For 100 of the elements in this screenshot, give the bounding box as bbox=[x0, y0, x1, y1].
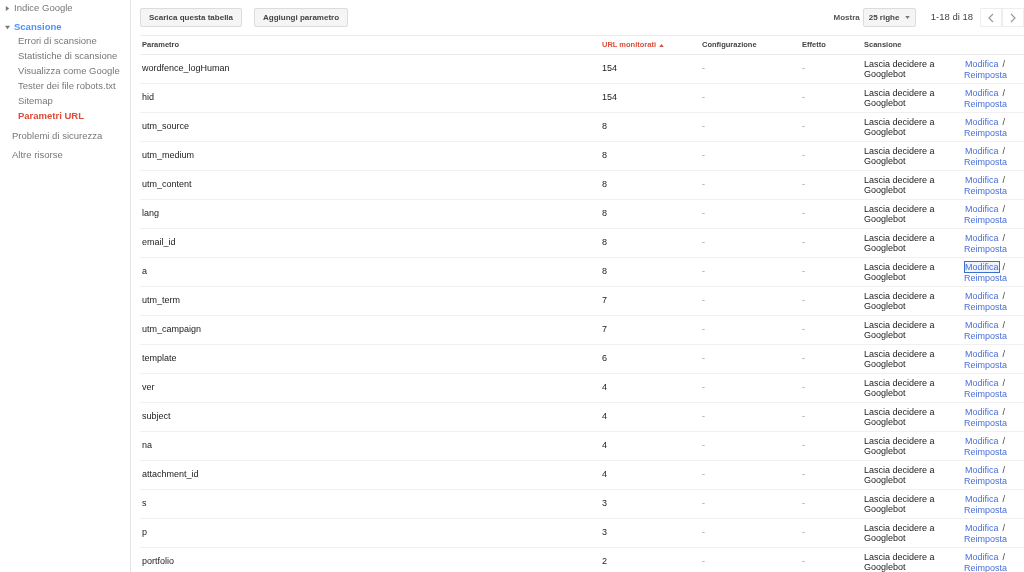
nav-item[interactable]: Altre risorse bbox=[5, 148, 63, 163]
effect-value: - bbox=[802, 440, 805, 451]
edit-link[interactable]: Modifica bbox=[964, 464, 1000, 476]
nav-item[interactable]: Indice Google bbox=[14, 1, 73, 16]
crawl-setting: Lascia decidere a Googlebot bbox=[864, 320, 936, 340]
effect-value: - bbox=[802, 150, 805, 161]
edit-link[interactable]: Modifica bbox=[964, 58, 1000, 70]
url-count: 6 bbox=[602, 353, 607, 364]
parameter-name: utm_term bbox=[142, 295, 180, 306]
nav-item[interactable]: Problemi di sicurezza bbox=[5, 129, 103, 144]
url-count: 8 bbox=[602, 150, 607, 161]
configuration-value: - bbox=[702, 92, 705, 103]
nav-subitem[interactable]: Sitemap bbox=[18, 94, 53, 109]
effect-value: - bbox=[802, 266, 805, 277]
link-separator: / bbox=[1002, 378, 1006, 388]
effect-value: - bbox=[802, 208, 805, 219]
crawl-setting: Lascia decidere a Googlebot bbox=[864, 233, 936, 253]
edit-link[interactable]: Modifica bbox=[964, 493, 1000, 505]
edit-link[interactable]: Modifica bbox=[964, 319, 1000, 331]
reset-link[interactable]: Reimposta bbox=[964, 418, 1008, 428]
edit-link[interactable]: Modifica bbox=[964, 145, 1000, 157]
rows-dropdown[interactable]: 25 righe bbox=[862, 8, 916, 27]
toolbar-button[interactable]: Scarica questa tabella bbox=[140, 8, 243, 27]
link-separator: / bbox=[1002, 291, 1006, 301]
parameter-name: s bbox=[142, 498, 147, 509]
configuration-value: - bbox=[702, 498, 705, 509]
reset-link[interactable]: Reimposta bbox=[964, 244, 1008, 254]
effect-value: - bbox=[802, 237, 805, 248]
parameter-name: template bbox=[142, 353, 177, 364]
url-count: 4 bbox=[602, 469, 607, 480]
configuration-value: - bbox=[702, 208, 705, 219]
effect-value: - bbox=[802, 63, 805, 74]
parameter-name: hid bbox=[142, 92, 154, 103]
reset-link[interactable]: Reimposta bbox=[964, 70, 1008, 80]
edit-link[interactable]: Modifica bbox=[964, 174, 1000, 186]
nav-item[interactable]: Scansione bbox=[14, 20, 62, 35]
reset-link[interactable]: Reimposta bbox=[964, 534, 1008, 544]
edit-link[interactable]: Modifica bbox=[964, 116, 1000, 128]
reset-link[interactable]: Reimposta bbox=[964, 273, 1008, 283]
effect-value: - bbox=[802, 556, 805, 567]
nav-subitem[interactable]: Visualizza come Google bbox=[18, 64, 120, 79]
toolbar-button[interactable]: Aggiungi parametro bbox=[254, 8, 349, 27]
url-count: 8 bbox=[602, 237, 607, 248]
edit-link[interactable]: Modifica bbox=[964, 522, 1000, 534]
reset-link[interactable]: Reimposta bbox=[964, 99, 1008, 109]
crawl-setting: Lascia decidere a Googlebot bbox=[864, 204, 936, 224]
edit-link[interactable]: Modifica bbox=[964, 435, 1000, 447]
link-separator: / bbox=[1002, 204, 1006, 214]
reset-link[interactable]: Reimposta bbox=[964, 157, 1008, 167]
crawl-setting: Lascia decidere a Googlebot bbox=[864, 146, 936, 166]
parameter-name: utm_source bbox=[142, 121, 190, 132]
link-separator: / bbox=[1002, 262, 1006, 272]
url-count: 154 bbox=[602, 92, 618, 103]
edit-link[interactable]: Modifica bbox=[964, 232, 1000, 244]
configuration-value: - bbox=[702, 353, 705, 364]
reset-link[interactable]: Reimposta bbox=[964, 128, 1008, 138]
url-count: 2 bbox=[602, 556, 607, 567]
configuration-value: - bbox=[702, 411, 705, 422]
effect-value: - bbox=[802, 324, 805, 335]
previous-page-button[interactable] bbox=[980, 8, 1002, 27]
crawl-setting: Lascia decidere a Googlebot bbox=[864, 407, 936, 427]
reset-link[interactable]: Reimposta bbox=[964, 215, 1008, 225]
next-page-button[interactable] bbox=[1002, 8, 1024, 27]
edit-link[interactable]: Modifica bbox=[964, 203, 1000, 215]
nav-subitem[interactable]: Tester dei file robots.txt bbox=[18, 79, 116, 94]
link-separator: / bbox=[1002, 233, 1006, 243]
url-count: 4 bbox=[602, 440, 607, 451]
url-count: 8 bbox=[602, 266, 607, 277]
edit-link[interactable]: Modifica bbox=[964, 261, 1000, 273]
nav-subitem[interactable]: Errori di scansione bbox=[18, 34, 97, 49]
edit-link[interactable]: Modifica bbox=[964, 406, 1000, 418]
reset-link[interactable]: Reimposta bbox=[964, 563, 1008, 572]
link-separator: / bbox=[1002, 117, 1006, 127]
effect-value: - bbox=[802, 295, 805, 306]
edit-link[interactable]: Modifica bbox=[964, 348, 1000, 360]
show-label: Mostra bbox=[833, 11, 860, 24]
edit-link[interactable]: Modifica bbox=[964, 290, 1000, 302]
reset-link[interactable]: Reimposta bbox=[964, 331, 1008, 341]
reset-link[interactable]: Reimposta bbox=[964, 186, 1008, 196]
link-separator: / bbox=[1002, 494, 1006, 504]
configuration-value: - bbox=[702, 382, 705, 393]
crawl-setting: Lascia decidere a Googlebot bbox=[864, 262, 936, 282]
crawl-setting: Lascia decidere a Googlebot bbox=[864, 378, 936, 398]
reset-link[interactable]: Reimposta bbox=[964, 447, 1008, 457]
reset-link[interactable]: Reimposta bbox=[964, 505, 1008, 515]
crawl-setting: Lascia decidere a Googlebot bbox=[864, 494, 936, 514]
reset-link[interactable]: Reimposta bbox=[964, 360, 1008, 370]
nav-subitem[interactable]: Parametri URL bbox=[18, 109, 84, 124]
effect-value: - bbox=[802, 469, 805, 480]
link-separator: / bbox=[1002, 59, 1006, 69]
reset-link[interactable]: Reimposta bbox=[964, 302, 1008, 312]
nav-subitem[interactable]: Statistiche di scansione bbox=[18, 49, 118, 64]
edit-link[interactable]: Modifica bbox=[964, 87, 1000, 99]
reset-link[interactable]: Reimposta bbox=[964, 476, 1008, 486]
edit-link[interactable]: Modifica bbox=[964, 551, 1000, 563]
parameter-name: p bbox=[142, 527, 147, 538]
configuration-value: - bbox=[702, 324, 705, 335]
configuration-value: - bbox=[702, 527, 705, 538]
edit-link[interactable]: Modifica bbox=[964, 377, 1000, 389]
reset-link[interactable]: Reimposta bbox=[964, 389, 1008, 399]
